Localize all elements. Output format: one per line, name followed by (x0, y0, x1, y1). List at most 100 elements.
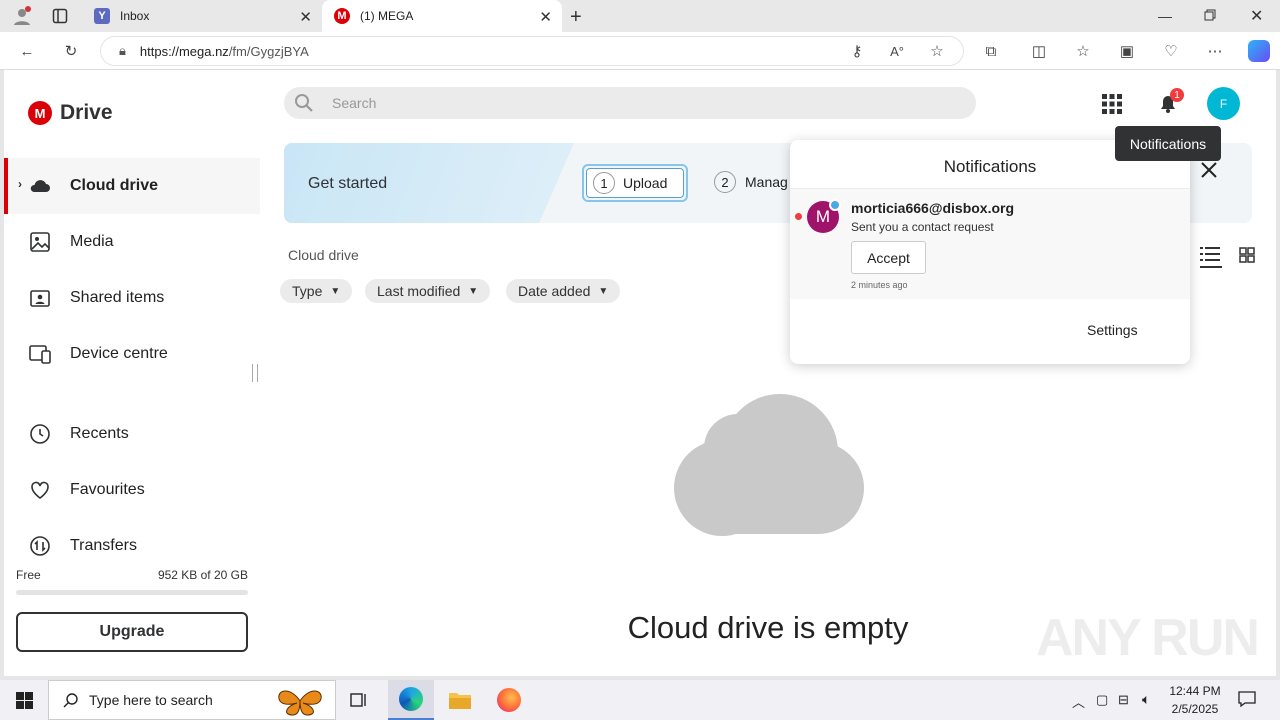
grid-view-icon[interactable] (1239, 247, 1255, 263)
sidebar-item-recents[interactable]: Recents (4, 406, 260, 462)
anyrun-watermark: ANY RUN (1036, 609, 1260, 667)
copilot-icon[interactable] (1248, 40, 1270, 62)
notification-center-icon[interactable] (1238, 690, 1256, 708)
network-icon[interactable]: ⊟ (1118, 692, 1129, 708)
notification-item[interactable]: M morticia666@disbox.org Sent you a cont… (790, 189, 1190, 299)
apps-grid-icon[interactable] (1102, 94, 1122, 114)
minimize-icon[interactable]: — (1158, 8, 1172, 24)
password-key-icon[interactable]: ⚷ (848, 42, 866, 60)
search-placeholder: Search (332, 95, 377, 111)
tooltip-text: Notifications (1129, 135, 1207, 152)
taskbar: Type here to search ︿ ▢ ⊟ 🔈︎ 12:44 PM 2/… (0, 680, 1280, 720)
tab-mega[interactable]: M (1) MEGA ✕ (322, 0, 562, 32)
filter-date-added[interactable]: Date added ▼ (506, 279, 621, 303)
url-field[interactable]: 🔒︎ https://mega.nz/fm/GygzjBYA (100, 36, 964, 66)
chevron-down-icon: ▼ (598, 285, 609, 297)
tab-inbox[interactable]: Y Inbox ✕ (84, 0, 322, 32)
filter-label: Last modified (377, 283, 461, 299)
file-explorer-icon[interactable] (448, 690, 472, 710)
sidebar-item-device-centre[interactable]: Device centre (4, 326, 260, 382)
search-input[interactable]: Search (284, 87, 976, 119)
task-view-icon[interactable] (350, 691, 368, 709)
read-aloud-icon[interactable]: A° (888, 42, 906, 60)
notifications-settings-link[interactable]: Settings (1087, 322, 1138, 338)
sidebar-item-cloud-drive[interactable]: › Cloud drive (4, 158, 260, 214)
step-number: 2 (714, 171, 736, 193)
empty-state-text: Cloud drive is empty (627, 610, 909, 645)
split-screen-icon[interactable]: ◫ (1030, 42, 1048, 60)
sidebar-item-favourites[interactable]: Favourites (4, 462, 260, 518)
close-tab-icon[interactable]: ✕ (539, 8, 552, 26)
filter-label: Type (292, 283, 323, 299)
browser-tab-bar: Y Inbox ✕ M (1) MEGA ✕ + — ✕ (0, 0, 1280, 32)
banner-title: Get started (308, 175, 388, 192)
favorite-star-icon[interactable]: ☆ (928, 42, 946, 60)
unread-dot (795, 213, 802, 220)
lock-icon: 🔒︎ (119, 43, 126, 58)
sidebar-item-media[interactable]: Media (4, 214, 260, 270)
windows-start-icon[interactable] (16, 692, 33, 709)
notifications-tooltip: Notifications (1115, 126, 1221, 161)
volume-icon[interactable]: 🔈︎ (1142, 691, 1150, 708)
restore-icon[interactable] (1204, 9, 1216, 21)
transfers-icon (28, 534, 52, 558)
chevron-down-icon: ▼ (468, 285, 479, 297)
profile-icon[interactable] (12, 6, 32, 26)
refresh-icon[interactable]: ↻ (62, 42, 80, 60)
search-icon (63, 692, 79, 708)
close-banner-icon[interactable] (1199, 160, 1219, 180)
firefox-icon[interactable] (497, 688, 521, 712)
meet-now-icon[interactable]: ▢ (1096, 692, 1108, 708)
clock-date[interactable]: 2/5/2025 (1166, 702, 1224, 716)
upload-step-button[interactable]: 1 Upload (582, 164, 688, 202)
close-tab-icon[interactable]: ✕ (299, 8, 312, 26)
sidebar-item-shared-items[interactable]: Shared items (4, 270, 260, 326)
filter-type[interactable]: Type ▼ (280, 279, 353, 303)
more-options-icon[interactable]: ⋯ (1206, 42, 1224, 60)
favorites-icon[interactable]: ☆ (1074, 42, 1092, 60)
filter-label: Date added (518, 283, 591, 299)
accept-button[interactable]: Accept (851, 241, 926, 274)
new-tab-icon[interactable]: + (570, 6, 582, 29)
sidebar-item-label: Cloud drive (70, 177, 159, 194)
close-window-icon[interactable]: ✕ (1250, 6, 1263, 26)
show-hidden-icons-icon[interactable]: ︿ (1072, 692, 1085, 711)
sidebar-item-transfers[interactable]: Transfers (4, 518, 260, 574)
list-view-icon[interactable] (1200, 246, 1222, 268)
sidebar-item-label: Shared items (70, 289, 165, 306)
mega-favicon-icon: M (334, 8, 350, 24)
storage-bar (16, 590, 248, 595)
sidebar-item-label: Media (70, 233, 114, 250)
heart-icon (28, 478, 52, 502)
edge-taskbar-icon[interactable] (388, 680, 434, 720)
url-host: https://mega.nz (139, 43, 229, 59)
shared-folder-icon (28, 286, 52, 310)
avatar[interactable]: F (1207, 87, 1240, 120)
sidebar-resize-handle[interactable] (252, 364, 258, 382)
filter-last-modified[interactable]: Last modified ▼ (365, 279, 491, 303)
notifications-panel: Notifications M morticia666@disbox.org S… (790, 140, 1190, 364)
taskbar-search-box[interactable]: Type here to search (48, 680, 336, 720)
edge-logo-icon (399, 687, 423, 711)
browser-essentials-icon[interactable]: ♡ (1162, 42, 1180, 60)
sidebar-item-label: Recents (70, 425, 129, 442)
chevron-right-icon[interactable]: › (18, 177, 22, 191)
mega-logo[interactable]: M Drive (28, 101, 113, 125)
clock-icon (28, 422, 52, 446)
sidebar-item-label: Favourites (70, 481, 145, 498)
back-icon[interactable]: ← (18, 42, 36, 60)
cloud-icon (28, 174, 52, 198)
sidebar-item-label: Transfers (70, 537, 137, 554)
contact-badge-icon (829, 199, 841, 211)
window-frame (1276, 70, 1280, 676)
url-path: /fm/GygzjBYA (228, 43, 309, 59)
collections-icon[interactable]: ▣ (1118, 42, 1136, 60)
breadcrumb[interactable]: Cloud drive (288, 247, 359, 263)
manage-step-button[interactable]: 2 Manag (714, 171, 788, 193)
notification-count-badge: 1 (1170, 88, 1184, 102)
extensions-icon[interactable]: ⧉ (982, 42, 1000, 60)
step-label: Manag (745, 174, 788, 190)
upgrade-button[interactable]: Upgrade (16, 612, 248, 652)
clock-time[interactable]: 12:44 PM (1166, 684, 1224, 698)
tab-actions-icon[interactable] (52, 8, 68, 24)
